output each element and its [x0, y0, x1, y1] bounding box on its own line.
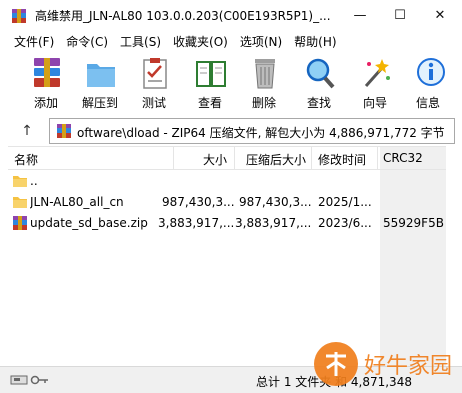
list-item[interactable]: JLN-AL80_all_cn 987,430,3... 987,430,3..… [8, 192, 446, 213]
column-header-crc[interactable]: CRC32 [383, 151, 423, 165]
column-divider[interactable] [234, 147, 235, 170]
find-button[interactable]: 查找 [295, 54, 343, 112]
menu-help[interactable]: 帮助(H) [288, 33, 342, 50]
archive-icon [13, 216, 27, 230]
delete-button[interactable]: 删除 [240, 54, 288, 112]
info-label: 信息 [415, 96, 440, 110]
extract-folder-icon [87, 64, 115, 87]
toolbar: 添加 解压到 测试 查看 删除 查找 向导 信息 [0, 52, 462, 114]
list-header: 名称 大小 压缩后大小 修改时间 CRC32 [8, 147, 446, 170]
path-bar: ↑ oftware\dload - ZIP64 压缩文件, 解包大小为 4,88… [0, 117, 462, 144]
close-button[interactable]: ✕ [420, 0, 460, 30]
window-title: 高维禁用_JLN-AL80 103.0.0.203(C00E193R5P1)_.… [35, 9, 331, 23]
menu-tools[interactable]: 工具(S) [114, 33, 167, 50]
path-field[interactable]: oftware\dload - ZIP64 压缩文件, 解包大小为 4,886,… [49, 118, 455, 144]
column-header-packed[interactable]: 压缩后大小 [246, 151, 306, 168]
item-name: update_sd_base.zip [30, 216, 148, 230]
file-list: 名称 大小 压缩后大小 修改时间 CRC32 .. JLN-AL80_all_c… [8, 146, 446, 366]
magnifier-icon [306, 58, 335, 89]
archive-icon [57, 124, 71, 138]
column-divider[interactable] [173, 147, 174, 170]
add-label: 添加 [33, 96, 58, 110]
title-bar: 高维禁用_JLN-AL80 103.0.0.203(C00E193R5P1)_.… [0, 0, 462, 30]
wizard-label: 向导 [362, 96, 387, 110]
info-icon [417, 58, 445, 86]
item-modified: 2023/6... [318, 216, 372, 230]
menu-options[interactable]: 选项(N) [234, 33, 288, 50]
maximize-button[interactable]: ☐ [380, 0, 420, 30]
menu-file[interactable]: 文件(F) [8, 33, 60, 50]
view-book-icon [196, 61, 226, 87]
item-size: 3,883,917,... [158, 216, 234, 230]
column-divider[interactable] [311, 147, 312, 170]
delete-label: 删除 [251, 96, 276, 110]
minimize-button[interactable]: — [340, 0, 380, 30]
item-crc: 55929F5B [383, 216, 444, 230]
up-folder-button[interactable]: ↑ [12, 120, 42, 142]
column-header-modified[interactable]: 修改时间 [318, 151, 366, 168]
menu-commands[interactable]: 命令(C) [60, 33, 114, 50]
extract-label: 解压到 [81, 96, 118, 110]
winrar-app-icon [12, 9, 26, 23]
test-button[interactable]: 测试 [130, 54, 178, 112]
magic-wand-icon [364, 59, 390, 87]
test-label: 测试 [141, 96, 166, 110]
item-packed: 3,883,917,... [235, 216, 311, 230]
view-label: 查看 [197, 96, 222, 110]
list-item[interactable]: .. [8, 171, 446, 192]
item-name: JLN-AL80_all_cn [30, 195, 124, 209]
view-button[interactable]: 查看 [186, 54, 234, 112]
test-clipboard-icon [143, 58, 167, 89]
item-name: .. [30, 174, 38, 188]
item-size: 987,430,3... [162, 195, 234, 209]
trash-icon [255, 59, 275, 89]
info-button[interactable]: 信息 [404, 54, 452, 112]
find-label: 查找 [306, 96, 331, 110]
item-packed: 987,430,3... [239, 195, 311, 209]
column-divider[interactable] [377, 147, 378, 170]
extract-button[interactable]: 解压到 [76, 54, 124, 112]
item-modified: 2025/1... [318, 195, 372, 209]
svg-text:好牛家园: 好牛家园 [364, 354, 452, 379]
wizard-button[interactable]: 向导 [351, 54, 399, 112]
column-header-size[interactable]: 大小 [203, 151, 227, 168]
folder-icon [13, 197, 27, 208]
drive-key-icon [10, 375, 48, 385]
watermark-logo: 好牛家园 [310, 338, 460, 393]
add-button[interactable]: 添加 [22, 54, 70, 112]
folder-icon [13, 176, 27, 187]
menu-favorites[interactable]: 收藏夹(O) [167, 33, 234, 50]
column-header-name[interactable]: 名称 [14, 151, 38, 168]
add-archive-icon [34, 58, 60, 87]
path-text: oftware\dload - ZIP64 压缩文件, 解包大小为 4,886,… [77, 126, 445, 140]
menu-bar: 文件(F) 命令(C) 工具(S) 收藏夹(O) 选项(N) 帮助(H) [0, 30, 462, 52]
list-item[interactable]: update_sd_base.zip 3,883,917,... 3,883,9… [8, 213, 446, 234]
